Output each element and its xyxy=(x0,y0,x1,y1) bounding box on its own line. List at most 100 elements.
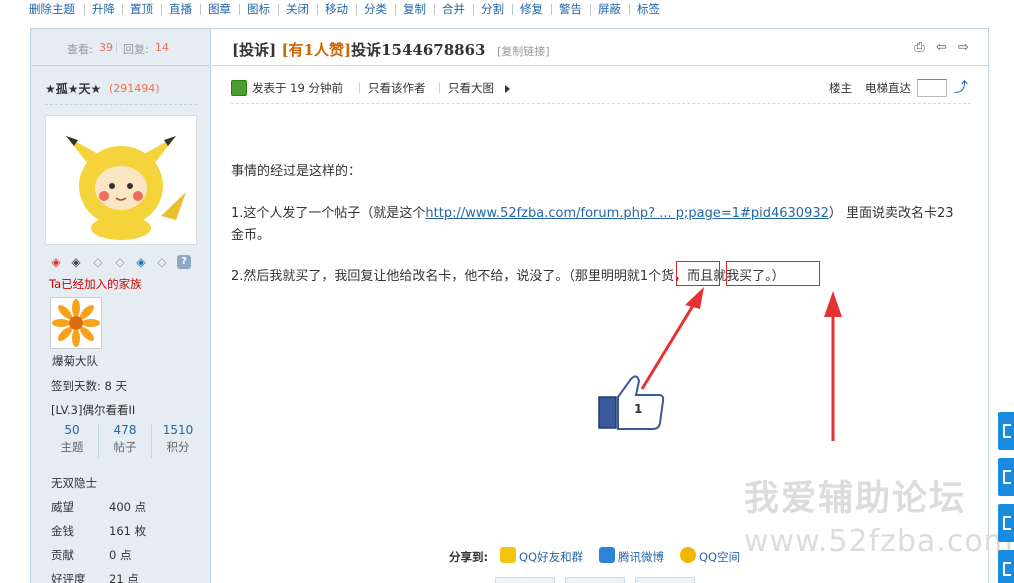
float-tab[interactable] xyxy=(998,504,1014,542)
divider xyxy=(473,4,474,15)
thread-title: 投诉1544678863 xyxy=(351,41,486,59)
money-value: 161 枚 xyxy=(109,524,147,538)
admin-close[interactable]: 关闭 xyxy=(286,0,309,18)
post-title-bar: [投诉] [有1人赞]投诉1544678863 [复制链接] ⎙ ⇦ ⇨ xyxy=(212,29,990,66)
family-avatar[interactable] xyxy=(50,297,102,349)
tab-glyph-icon xyxy=(1003,424,1011,438)
admin-bump[interactable]: 升降 xyxy=(92,0,115,18)
stat-threads[interactable]: 50 主题 xyxy=(45,422,99,460)
floor-jump-input[interactable] xyxy=(917,79,947,97)
divider xyxy=(359,82,360,93)
stat-points[interactable]: 1510 积分 xyxy=(151,422,205,460)
user-title: 无双隐士 xyxy=(51,476,97,490)
qq-icon[interactable] xyxy=(500,547,516,563)
copy-link-button[interactable]: [复制链接] xyxy=(497,43,550,59)
divider xyxy=(161,4,162,15)
thread-category[interactable]: [投诉] xyxy=(232,41,276,59)
online-status-icon xyxy=(231,80,247,96)
medal-icon[interactable]: ◇ xyxy=(113,255,127,269)
qzone-icon[interactable] xyxy=(680,547,696,563)
admin-copy[interactable]: 复制 xyxy=(403,0,426,18)
line-text: 1.这个人发了一个帖子（就是这个 xyxy=(231,206,426,221)
divider xyxy=(629,4,630,15)
admin-warn[interactable]: 警告 xyxy=(559,0,582,18)
admin-move[interactable]: 移动 xyxy=(325,0,348,18)
stat-value: 1510 xyxy=(162,423,194,437)
float-tab[interactable] xyxy=(998,550,1014,583)
post-action-button[interactable] xyxy=(635,577,695,583)
share-qq-friends[interactable]: QQ好友和群 xyxy=(519,549,583,565)
money-label: 金钱 xyxy=(51,524,74,538)
family-link[interactable]: Ta已经加入的家族 xyxy=(49,276,142,292)
thumbs-up-icon xyxy=(598,375,665,430)
divider xyxy=(434,4,435,15)
medal-icon[interactable]: ◇ xyxy=(91,255,105,269)
views-label: 查看: xyxy=(67,43,93,56)
prestige-value: 400 点 xyxy=(109,500,147,514)
admin-repair[interactable]: 修复 xyxy=(520,0,543,18)
admin-delete-thread[interactable]: 删除主题 xyxy=(29,0,75,18)
admin-live[interactable]: 直播 xyxy=(169,0,192,18)
jump-label: 电梯直达 xyxy=(865,81,911,95)
share-qzone[interactable]: QQ空间 xyxy=(699,549,740,565)
avatar[interactable] xyxy=(45,115,197,245)
chevron-right-icon xyxy=(505,85,510,93)
post-line-intro: 事情的经过是这样的： xyxy=(231,164,362,179)
next-thread-icon[interactable]: ⇨ xyxy=(956,41,971,55)
share-tencent-weibo[interactable]: 腾讯微博 xyxy=(618,549,664,565)
contribution-label: 贡献 xyxy=(51,548,74,562)
tab-glyph-icon xyxy=(1003,516,1011,530)
medal-icon[interactable]: ◇ xyxy=(155,255,169,269)
like-button[interactable]: 1 xyxy=(597,371,667,433)
thread-stats: 查看: 39 回复: 14 xyxy=(31,29,211,66)
user-stats: 50 主题 478 帖子 1510 积分 xyxy=(45,422,205,460)
big-image-link[interactable]: 只看大图 xyxy=(448,80,494,96)
user-level: [LV.3]偶尔看看II xyxy=(51,403,136,417)
post-action-button[interactable] xyxy=(565,577,625,583)
admin-icon[interactable]: 图标 xyxy=(247,0,270,18)
go-icon[interactable]: ⤴ xyxy=(954,79,970,97)
admin-tags[interactable]: 标签 xyxy=(637,0,660,18)
float-tab[interactable] xyxy=(998,458,1014,496)
share-label: 分享到: xyxy=(449,550,489,564)
tencent-weibo-icon[interactable] xyxy=(599,547,615,563)
stat-label: 主题 xyxy=(60,440,84,454)
post-line-1: 1.这个人发了一个帖子（就是这个http://www.52fzba.com/fo… xyxy=(231,202,954,221)
thread-link[interactable]: http://www.52fzba.com/forum.php? ... p;p… xyxy=(425,206,828,221)
replies-count: 14 xyxy=(155,41,169,54)
medal-icon[interactable]: ◈ xyxy=(134,255,148,269)
prev-thread-icon[interactable]: ⇦ xyxy=(934,41,949,55)
rating-label: 好评度 xyxy=(51,572,86,583)
divider xyxy=(231,103,971,104)
author-uid: (291494) xyxy=(109,82,160,95)
admin-sticky[interactable]: 置顶 xyxy=(130,0,153,18)
divider xyxy=(116,42,117,53)
page-title: [投诉] [有1人赞]投诉1544678863 xyxy=(232,39,485,60)
admin-merge[interactable]: 合并 xyxy=(442,0,465,18)
author-name[interactable]: ★孤★天★ xyxy=(45,80,101,97)
family-name[interactable]: 爆菊大队 xyxy=(52,353,98,369)
pikachu-avatar-image xyxy=(66,136,186,240)
only-author-link[interactable]: 只看该作者 xyxy=(368,80,426,96)
print-icon[interactable]: ⎙ xyxy=(912,41,927,55)
views-count: 39 xyxy=(99,41,113,54)
medal-icon[interactable]: ◈ xyxy=(69,255,83,269)
stat-posts[interactable]: 478 帖子 xyxy=(98,422,152,460)
divider xyxy=(278,4,279,15)
divider xyxy=(122,4,123,15)
author-sidebar: 查看: 39 回复: 14 ★孤★天★ (291494) ◈ ◈ ◇ ◇ ◈ ◇… xyxy=(31,29,211,583)
admin-stamp[interactable]: 图章 xyxy=(208,0,231,18)
divider xyxy=(200,4,201,15)
divider xyxy=(45,104,197,105)
help-icon[interactable]: ? xyxy=(177,255,191,269)
post-action-button[interactable] xyxy=(495,577,555,583)
post-line-1-cont: 金币。 xyxy=(231,228,271,243)
float-tab[interactable] xyxy=(998,412,1014,450)
medal-icon[interactable]: ◈ xyxy=(49,255,63,269)
stat-value: 50 xyxy=(64,423,80,437)
admin-block[interactable]: 屏蔽 xyxy=(598,0,621,18)
divider xyxy=(317,4,318,15)
admin-split[interactable]: 分割 xyxy=(481,0,504,18)
admin-category[interactable]: 分类 xyxy=(364,0,387,18)
admin-toolbar: 删除主题 升降 置顶 直播 图章 图标 关闭 移动 分类 复制 合并 分割 修复… xyxy=(0,0,1014,18)
